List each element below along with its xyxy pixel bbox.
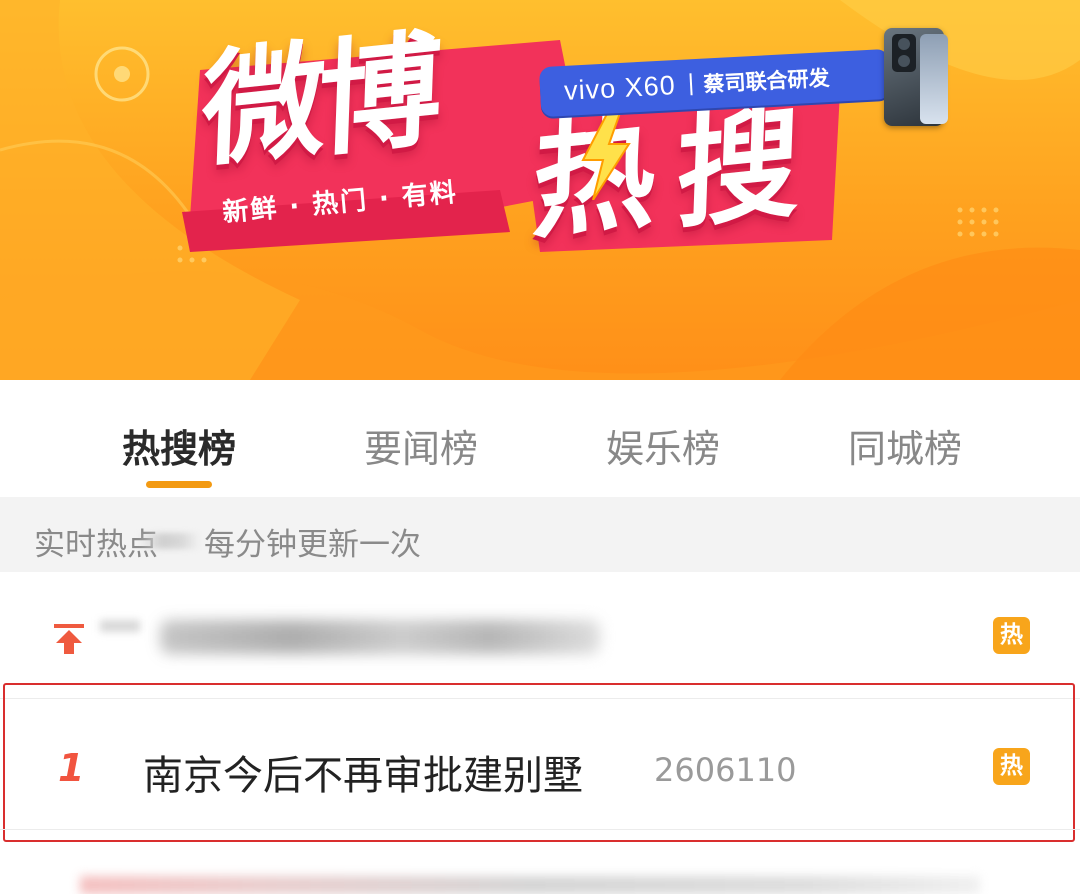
tab-local[interactable]: 同城榜 [784, 418, 1026, 473]
tab-entertainment[interactable]: 娱乐榜 [542, 418, 784, 473]
hot-badge: 热 [993, 617, 1030, 654]
lightning-bolt-icon [581, 110, 631, 200]
redacted-next-row [80, 876, 980, 894]
row-divider [0, 829, 1080, 830]
tab-hot-search[interactable]: 热搜榜 [58, 418, 300, 473]
sponsor-partner: 蔡司联合研发 [703, 66, 831, 97]
ranking-tabs: 热搜榜 要闻榜 娱乐榜 同城榜 [0, 380, 1080, 497]
tab-news[interactable]: 要闻榜 [300, 418, 542, 473]
phone-front-image [920, 34, 948, 124]
highlight-annotation-box [3, 683, 1075, 842]
banner-title-char: 搜 [673, 88, 803, 248]
update-frequency-text: 每分钟更新一次 [204, 527, 421, 563]
redacted-smudge [138, 533, 200, 549]
redacted-text [100, 620, 140, 632]
banner-title-char: 博 [315, 16, 445, 176]
sponsor-brand-name: vivo X60 [563, 69, 677, 106]
realtime-header: 实时热点 每分钟更新一次 [0, 497, 1080, 572]
banner-title-char: 微 [199, 26, 329, 186]
active-tab-indicator [146, 481, 212, 488]
sponsor-divider [689, 73, 693, 96]
camera-module-icon [892, 34, 916, 72]
hot-search-banner[interactable]: 微 博 热 搜 新鲜 · 热门 · 有料 vivo X60 蔡司联合研发 [0, 0, 1080, 380]
pin-top-icon [54, 624, 84, 654]
redacted-topic-title [160, 620, 600, 654]
